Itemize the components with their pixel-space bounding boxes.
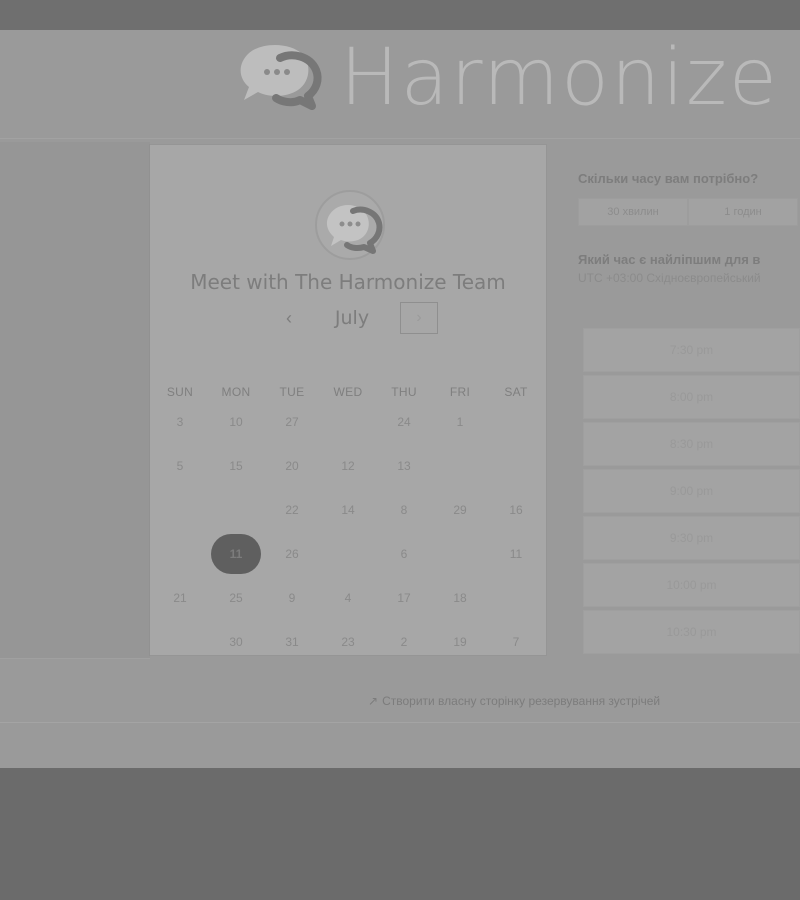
calendar-day[interactable]: 5: [164, 450, 196, 482]
calendar-day: [500, 450, 532, 482]
calendar-day[interactable]: 4: [332, 582, 364, 614]
time-slot[interactable]: 8:00 pm: [583, 375, 800, 419]
timezone-label: UTC +03:00 Східноєвропейський: [578, 271, 761, 285]
time-title: Який час є найліпшим для в: [578, 252, 761, 267]
calendar-day: [444, 450, 476, 482]
month-label: July: [334, 307, 370, 329]
brand-header: Harmonize: [232, 38, 779, 118]
calendar-day[interactable]: 12: [332, 450, 364, 482]
time-slot[interactable]: 8:30 pm: [583, 422, 800, 466]
calendar-day: [220, 494, 252, 526]
top-window-strip: [0, 0, 800, 30]
calendar-day: [164, 626, 196, 658]
calendar-day: [332, 538, 364, 570]
next-month-button[interactable]: ›: [399, 302, 438, 334]
calendar-day: [164, 494, 196, 526]
calendar-day: [500, 582, 532, 614]
month-navigation: ‹ July ›: [278, 301, 438, 335]
booking-page: Harmonize Meet with The Harmonize Team ‹…: [0, 30, 800, 768]
time-slot[interactable]: 10:30 pm: [583, 610, 800, 654]
create-booking-page-link[interactable]: ↗ Створити власну сторінку резервування …: [368, 694, 660, 708]
calendar-day[interactable]: 13: [388, 450, 420, 482]
calendar-day[interactable]: 6: [388, 538, 420, 570]
chat-bubble-icon: [315, 190, 385, 260]
calendar-day[interactable]: 22: [276, 494, 308, 526]
calendar-day[interactable]: 18: [444, 582, 476, 614]
calendar-day: [444, 538, 476, 570]
time-slot[interactable]: 7:30 pm: [583, 328, 800, 372]
time-slot[interactable]: 9:30 pm: [583, 516, 800, 560]
calendar-day[interactable]: 11: [500, 538, 532, 570]
calendar-day: [500, 406, 532, 438]
calendar-day[interactable]: 25: [220, 582, 252, 614]
duration-option-1-hour[interactable]: 1 годин: [688, 198, 798, 226]
calendar-day[interactable]: 20: [276, 450, 308, 482]
duration-section: Скільки часу вам потрібно? 30 хвилин 1 г…: [578, 171, 800, 226]
calendar-day[interactable]: 29: [444, 494, 476, 526]
selected-calendar-day[interactable]: 11: [211, 534, 261, 574]
calendar-day[interactable]: 24: [388, 406, 420, 438]
previous-month-button[interactable]: ‹: [278, 307, 300, 329]
duration-option-30-minutes[interactable]: 30 хвилин: [578, 198, 688, 226]
calendar-day[interactable]: 23: [332, 626, 364, 658]
time-slot-list: 7:30 pm 8:00 pm 8:30 pm 9:00 pm 9:30 pm …: [583, 328, 800, 657]
calendar-day[interactable]: 15: [220, 450, 252, 482]
calendar-day[interactable]: 31: [276, 626, 308, 658]
left-side-panel: [0, 142, 150, 659]
create-booking-page-text: Створити власну сторінку резервування зу…: [382, 694, 661, 708]
calendar-day[interactable]: 27: [276, 406, 308, 438]
calendar-day[interactable]: 21: [164, 582, 196, 614]
calendar-day: [164, 538, 196, 570]
brand-name: Harmonize: [340, 33, 779, 123]
calendar-day[interactable]: 16: [500, 494, 532, 526]
time-slot[interactable]: 9:00 pm: [583, 469, 800, 513]
external-link-icon: ↗: [368, 694, 379, 708]
calendar-day[interactable]: 19: [444, 626, 476, 658]
calendar-title: Meet with The Harmonize Team: [190, 270, 506, 294]
chat-bubble-icon: [240, 45, 322, 110]
duration-title: Скільки часу вам потрібно?: [578, 171, 759, 186]
calendar-day[interactable]: 1: [444, 406, 476, 438]
footer-divider: [0, 722, 800, 723]
calendar-day[interactable]: 3: [164, 406, 196, 438]
time-preference-section: Який час є найліпшим для в UTC +03:00 Сх…: [578, 252, 800, 285]
calendar-day[interactable]: 14: [332, 494, 364, 526]
calendar-day[interactable]: 30: [220, 626, 252, 658]
calendar-day[interactable]: 2: [388, 626, 420, 658]
time-slot[interactable]: 10:00 pm: [583, 563, 800, 607]
header-divider: [0, 138, 800, 139]
calendar-day[interactable]: 7: [500, 626, 532, 658]
duration-options: 30 хвилин 1 годин: [578, 198, 798, 226]
calendar-day[interactable]: 9: [276, 582, 308, 614]
calendar-day[interactable]: 8: [388, 494, 420, 526]
calendar-day[interactable]: 17: [388, 582, 420, 614]
calendar-day: [332, 406, 364, 438]
calendar-day[interactable]: 26: [276, 538, 308, 570]
calendar-day-grid: 3 10 27 24 1 5 15 20 12 13 22 14 8 29 16…: [152, 400, 544, 665]
calendar-day[interactable]: 10: [220, 406, 252, 438]
